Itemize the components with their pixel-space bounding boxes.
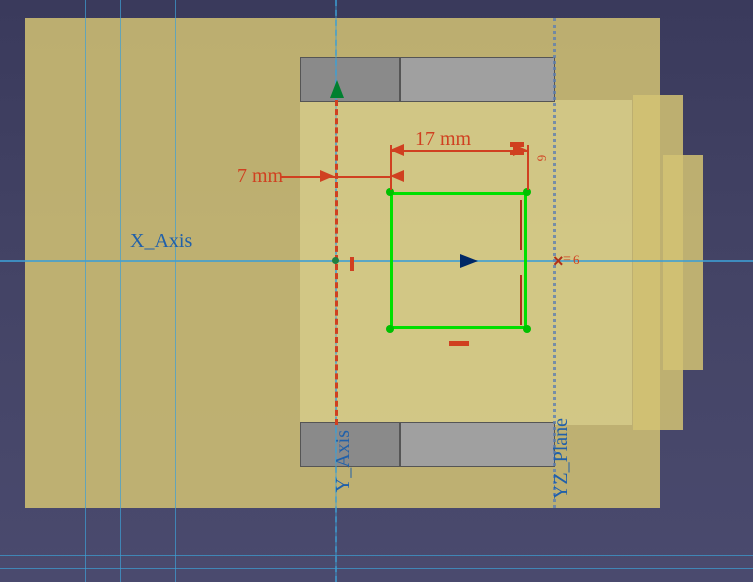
constraint-arrow-v2 [520,275,522,325]
dim-17-ext1 [390,145,392,190]
constraint-eq-top[interactable] [510,142,524,147]
constraint-horizontal-1[interactable] [449,341,469,346]
x-axis-label: X_Axis [130,230,192,253]
construction-vline-3[interactable] [175,0,176,582]
x-axis[interactable] [0,260,753,262]
small-val-top[interactable]: 6 [533,155,549,162]
feature-block-top-right[interactable] [400,57,555,102]
construction-vline-1[interactable] [85,0,86,582]
constraint-arrow-v1 [520,200,522,250]
construction-vline-2[interactable] [120,0,121,582]
construction-hline-1[interactable] [0,555,753,556]
origin-point[interactable] [332,257,339,264]
feature-block-top-left[interactable] [300,57,400,102]
sketch-vertex-bl[interactable] [386,325,394,333]
dim-7mm-arrow2-icon [390,170,404,182]
x-axis-arrow-icon [460,254,478,268]
y-axis-label: Y_Axis [332,430,355,492]
dim-17-ext2 [527,145,529,190]
feature-block-bottom-right[interactable] [400,422,555,467]
solid-body-step2[interactable] [663,155,703,370]
dim-arrow-left-icon [390,144,404,156]
dim-17mm-value[interactable]: 17 mm [415,128,471,151]
construction-hline-2[interactable] [0,568,753,569]
constraint-vertical-1[interactable] [350,257,354,271]
sketch-rectangle[interactable] [390,192,527,329]
small-val-center[interactable]: 6 [573,252,580,268]
dim-7mm-value[interactable]: 7 mm [237,165,283,188]
constraint-equal-mark[interactable]: = [563,252,571,268]
y-axis-arrow-icon [330,80,344,98]
dim-7mm-line2 [335,176,390,178]
cad-3d-viewport[interactable]: 17 mm 7 mm = 6 6 × X_Axis Y_Axis YZ_Plan… [0,0,753,582]
sketch-vertex-br[interactable] [523,325,531,333]
cross-mark-icon: × [553,251,564,272]
yz-plane-label: YZ_Plane [550,418,573,499]
constraint-eq-top2[interactable] [510,150,524,155]
dim-7mm-arrow-icon [320,170,334,182]
